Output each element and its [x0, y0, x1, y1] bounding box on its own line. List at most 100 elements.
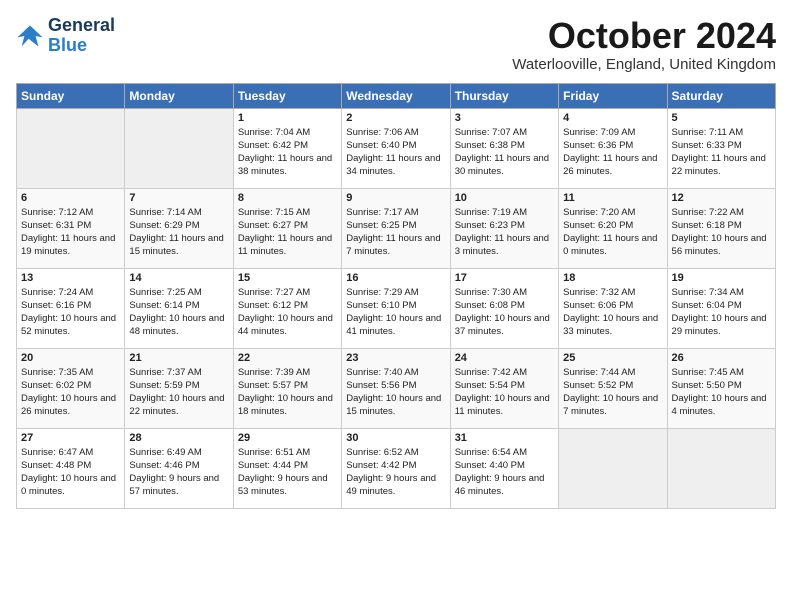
calendar-cell: 6 Sunrise: 7:12 AM Sunset: 6:31 PM Daylig… — [17, 188, 125, 268]
day-info: Sunrise: 7:04 AM Sunset: 6:42 PM Dayligh… — [238, 126, 337, 179]
day-number: 8 — [238, 192, 337, 204]
calendar-cell: 21 Sunrise: 7:37 AM Sunset: 5:59 PM Dayli… — [125, 348, 233, 428]
day-number: 7 — [129, 192, 228, 204]
page-header: General Blue October 2024 Waterlooville,… — [16, 16, 776, 73]
weekday-header-saturday: Saturday — [667, 83, 775, 108]
day-info: Sunrise: 7:06 AM Sunset: 6:40 PM Dayligh… — [346, 126, 445, 179]
day-info: Sunrise: 7:19 AM Sunset: 6:23 PM Dayligh… — [455, 206, 554, 259]
day-info: Sunrise: 7:37 AM Sunset: 5:59 PM Dayligh… — [129, 366, 228, 419]
calendar-cell: 31 Sunrise: 6:54 AM Sunset: 4:40 PM Dayli… — [450, 428, 558, 508]
day-number: 30 — [346, 432, 445, 444]
location: Waterlooville, England, United Kingdom — [512, 56, 776, 73]
calendar-cell: 9Sunrise: 7:17 AM Sunset: 6:25 PM Daylig… — [342, 188, 450, 268]
calendar-cell: 15 Sunrise: 7:27 AM Sunset: 6:12 PM Dayli… — [233, 268, 341, 348]
calendar-cell — [125, 108, 233, 188]
day-number: 15 — [238, 272, 337, 284]
day-number: 23 — [346, 352, 445, 364]
day-number: 2 — [346, 112, 445, 124]
day-info: Sunrise: 7:24 AM Sunset: 6:16 PM Dayligh… — [21, 286, 120, 339]
day-number: 14 — [129, 272, 228, 284]
calendar-cell: 7Sunrise: 7:14 AM Sunset: 6:29 PM Daylig… — [125, 188, 233, 268]
calendar-cell: 1 Sunrise: 7:04 AM Sunset: 6:42 PM Daylig… — [233, 108, 341, 188]
day-info: Sunrise: 6:47 AM Sunset: 4:48 PM Dayligh… — [21, 446, 120, 499]
calendar-cell: 22 Sunrise: 7:39 AM Sunset: 5:57 PM Dayli… — [233, 348, 341, 428]
day-number: 28 — [129, 432, 228, 444]
calendar-cell: 23 Sunrise: 7:40 AM Sunset: 5:56 PM Dayli… — [342, 348, 450, 428]
day-number: 3 — [455, 112, 554, 124]
day-info: Sunrise: 7:42 AM Sunset: 5:54 PM Dayligh… — [455, 366, 554, 419]
calendar-week-row: 6 Sunrise: 7:12 AM Sunset: 6:31 PM Daylig… — [17, 188, 776, 268]
day-number: 27 — [21, 432, 120, 444]
day-number: 10 — [455, 192, 554, 204]
day-info: Sunrise: 6:54 AM Sunset: 4:40 PM Dayligh… — [455, 446, 554, 499]
day-info: Sunrise: 7:29 AM Sunset: 6:10 PM Dayligh… — [346, 286, 445, 339]
day-info: Sunrise: 6:52 AM Sunset: 4:42 PM Dayligh… — [346, 446, 445, 499]
calendar-cell: 4Sunrise: 7:09 AM Sunset: 6:36 PM Daylig… — [559, 108, 667, 188]
weekday-header-wednesday: Wednesday — [342, 83, 450, 108]
day-info: Sunrise: 7:17 AM Sunset: 6:25 PM Dayligh… — [346, 206, 445, 259]
weekday-header-friday: Friday — [559, 83, 667, 108]
day-info: Sunrise: 7:40 AM Sunset: 5:56 PM Dayligh… — [346, 366, 445, 419]
weekday-header-tuesday: Tuesday — [233, 83, 341, 108]
logo-text: General Blue — [48, 16, 115, 56]
calendar-cell: 3Sunrise: 7:07 AM Sunset: 6:38 PM Daylig… — [450, 108, 558, 188]
calendar-cell: 8 Sunrise: 7:15 AM Sunset: 6:27 PM Daylig… — [233, 188, 341, 268]
calendar-cell: 11 Sunrise: 7:20 AM Sunset: 6:20 PM Dayli… — [559, 188, 667, 268]
weekday-header-monday: Monday — [125, 83, 233, 108]
calendar-table: SundayMondayTuesdayWednesdayThursdayFrid… — [16, 83, 776, 509]
calendar-cell: 12Sunrise: 7:22 AM Sunset: 6:18 PM Dayli… — [667, 188, 775, 268]
day-number: 19 — [672, 272, 771, 284]
calendar-week-row: 20Sunrise: 7:35 AM Sunset: 6:02 PM Dayli… — [17, 348, 776, 428]
calendar-body: 1 Sunrise: 7:04 AM Sunset: 6:42 PM Daylig… — [17, 108, 776, 508]
day-number: 17 — [455, 272, 554, 284]
calendar-header: SundayMondayTuesdayWednesdayThursdayFrid… — [17, 83, 776, 108]
calendar-cell: 26 Sunrise: 7:45 AM Sunset: 5:50 PM Dayli… — [667, 348, 775, 428]
calendar-cell: 30 Sunrise: 6:52 AM Sunset: 4:42 PM Dayli… — [342, 428, 450, 508]
day-number: 31 — [455, 432, 554, 444]
day-number: 18 — [563, 272, 662, 284]
day-number: 6 — [21, 192, 120, 204]
day-info: Sunrise: 7:39 AM Sunset: 5:57 PM Dayligh… — [238, 366, 337, 419]
calendar-cell: 20Sunrise: 7:35 AM Sunset: 6:02 PM Dayli… — [17, 348, 125, 428]
logo-blue: Blue — [48, 35, 87, 55]
day-info: Sunrise: 7:25 AM Sunset: 6:14 PM Dayligh… — [129, 286, 228, 339]
day-info: Sunrise: 7:27 AM Sunset: 6:12 PM Dayligh… — [238, 286, 337, 339]
calendar-cell: 13 Sunrise: 7:24 AM Sunset: 6:16 PM Dayli… — [17, 268, 125, 348]
day-number: 29 — [238, 432, 337, 444]
day-number: 21 — [129, 352, 228, 364]
day-number: 4 — [563, 112, 662, 124]
day-number: 13 — [21, 272, 120, 284]
day-number: 11 — [563, 192, 662, 204]
calendar-cell: 29Sunrise: 6:51 AM Sunset: 4:44 PM Dayli… — [233, 428, 341, 508]
calendar-cell: 19 Sunrise: 7:34 AM Sunset: 6:04 PM Dayli… — [667, 268, 775, 348]
weekday-header-sunday: Sunday — [17, 83, 125, 108]
day-number: 25 — [563, 352, 662, 364]
day-number: 26 — [672, 352, 771, 364]
calendar-cell — [17, 108, 125, 188]
calendar-cell: 28Sunrise: 6:49 AM Sunset: 4:46 PM Dayli… — [125, 428, 233, 508]
day-number: 20 — [21, 352, 120, 364]
day-number: 5 — [672, 112, 771, 124]
day-info: Sunrise: 7:32 AM Sunset: 6:06 PM Dayligh… — [563, 286, 662, 339]
title-block: October 2024 Waterlooville, England, Uni… — [512, 16, 776, 73]
day-info: Sunrise: 7:20 AM Sunset: 6:20 PM Dayligh… — [563, 206, 662, 259]
day-number: 22 — [238, 352, 337, 364]
calendar-cell: 18 Sunrise: 7:32 AM Sunset: 6:06 PM Dayli… — [559, 268, 667, 348]
day-info: Sunrise: 7:12 AM Sunset: 6:31 PM Dayligh… — [21, 206, 120, 259]
day-info: Sunrise: 7:34 AM Sunset: 6:04 PM Dayligh… — [672, 286, 771, 339]
calendar-cell: 27 Sunrise: 6:47 AM Sunset: 4:48 PM Dayli… — [17, 428, 125, 508]
calendar-cell: 5 Sunrise: 7:11 AM Sunset: 6:33 PM Daylig… — [667, 108, 775, 188]
day-number: 16 — [346, 272, 445, 284]
calendar-cell: 17 Sunrise: 7:30 AM Sunset: 6:08 PM Dayli… — [450, 268, 558, 348]
calendar-week-row: 13 Sunrise: 7:24 AM Sunset: 6:16 PM Dayli… — [17, 268, 776, 348]
day-info: Sunrise: 7:45 AM Sunset: 5:50 PM Dayligh… — [672, 366, 771, 419]
calendar-cell: 25Sunrise: 7:44 AM Sunset: 5:52 PM Dayli… — [559, 348, 667, 428]
day-info: Sunrise: 7:30 AM Sunset: 6:08 PM Dayligh… — [455, 286, 554, 339]
day-number: 1 — [238, 112, 337, 124]
logo: General Blue — [16, 16, 115, 56]
day-info: Sunrise: 7:11 AM Sunset: 6:33 PM Dayligh… — [672, 126, 771, 179]
calendar-cell: 2 Sunrise: 7:06 AM Sunset: 6:40 PM Daylig… — [342, 108, 450, 188]
day-info: Sunrise: 7:15 AM Sunset: 6:27 PM Dayligh… — [238, 206, 337, 259]
calendar-cell — [559, 428, 667, 508]
calendar-cell: 16 Sunrise: 7:29 AM Sunset: 6:10 PM Dayli… — [342, 268, 450, 348]
